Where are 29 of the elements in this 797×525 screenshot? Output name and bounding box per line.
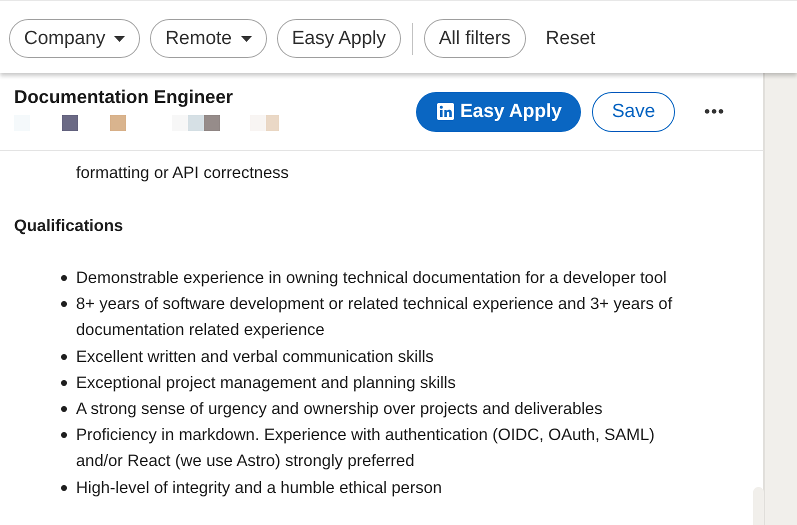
bullet-icon <box>61 484 67 491</box>
scrollbar-thumb[interactable] <box>753 487 764 525</box>
caret-icon <box>114 36 126 42</box>
more-options-button[interactable]: ••• <box>686 102 725 122</box>
filter-button[interactable]: Company <box>9 19 140 58</box>
list-item-text: Proficiency in markdown. Experience with authentication (OIDC, OAuth, SAML) and/or React (we use Astro) strongly preferred <box>76 425 656 472</box>
list-item-text: formatting or API correctness <box>76 163 290 184</box>
reset-button[interactable]: Reset <box>536 28 606 50</box>
in-logo-icon <box>437 103 454 120</box>
job-title: Documentation Engineer <box>14 86 234 108</box>
all-filters-button[interactable]: All filters <box>424 19 526 58</box>
bullet-icon <box>61 275 67 281</box>
bullet-icon <box>61 406 67 412</box>
list-item-text: Demonstrable experience in owning technical documentation for a developer tool <box>76 268 668 289</box>
list-item-text: Excellent written and verbal communication skills <box>76 346 435 368</box>
list-item-text: A strong sense of urgency and ownership over projects and deliverables <box>76 399 604 420</box>
bullet-icon <box>61 432 67 438</box>
save-button[interactable]: Save <box>592 92 676 132</box>
bullet-icon <box>61 354 67 360</box>
easy-apply-button[interactable]: Easy Apply <box>416 92 581 132</box>
bullet-icon <box>61 380 67 386</box>
list-item-text: Exceptional project management and planning skills <box>76 372 457 394</box>
section-heading: Qualifications <box>14 216 124 237</box>
list-item-text: High-level of integrity and a humble ethical person <box>76 478 443 499</box>
list-item-text: 8+ years of software development or related technical experience and 3+ years of documentation related experience <box>76 294 674 342</box>
bullet-icon <box>61 301 67 308</box>
caret-icon <box>240 36 252 42</box>
filter-button[interactable]: Remote <box>150 19 267 58</box>
filter-button[interactable]: Easy Apply <box>276 19 401 58</box>
